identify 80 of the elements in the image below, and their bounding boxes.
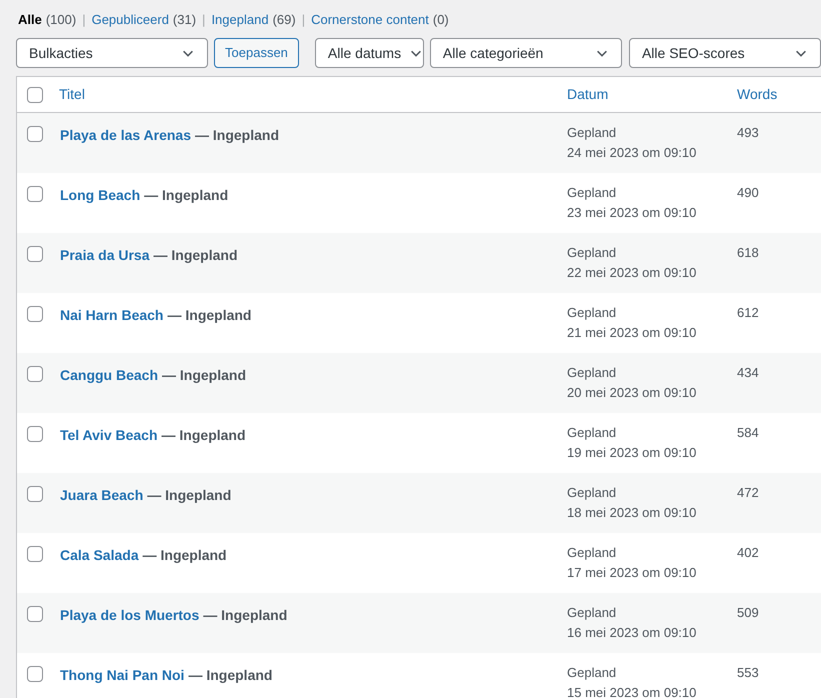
checkbox[interactable] bbox=[27, 486, 43, 502]
post-title-link[interactable]: Thong Nai Pan Noi bbox=[60, 665, 184, 686]
post-state: — Ingepland bbox=[167, 306, 252, 325]
checkbox[interactable] bbox=[27, 546, 43, 562]
post-title-link[interactable]: Nai Harn Beach bbox=[60, 305, 164, 326]
word-count: 509 bbox=[737, 604, 759, 622]
post-state: — Ingepland bbox=[188, 666, 272, 685]
post-title-link[interactable]: Playa de las Arenas bbox=[60, 125, 192, 146]
date-text: 17 mei 2023 om 09:10 bbox=[567, 564, 698, 582]
dropdown-select[interactable]: Alle SEO-scores bbox=[628, 38, 821, 68]
date-status: Gepland bbox=[567, 544, 618, 562]
count-label: (0) bbox=[432, 11, 449, 30]
checkbox[interactable] bbox=[27, 366, 43, 382]
word-count: 612 bbox=[737, 304, 759, 322]
date-text: 20 mei 2023 om 09:10 bbox=[567, 384, 698, 402]
post-title-link[interactable]: Tel Aviv Beach bbox=[60, 425, 158, 446]
separator: | bbox=[202, 11, 206, 30]
word-count: 584 bbox=[737, 424, 759, 442]
separator: | bbox=[302, 11, 306, 30]
post-state: — Ingepland bbox=[144, 186, 228, 205]
date-status: Gepland bbox=[567, 664, 618, 682]
date-text: 16 mei 2023 om 09:10 bbox=[567, 624, 698, 642]
date-text: 18 mei 2023 om 09:10 bbox=[567, 504, 698, 522]
post-title-link[interactable]: Long Beach bbox=[60, 185, 140, 206]
dropdown-select[interactable]: Alle categorieën bbox=[430, 38, 622, 68]
word-count: 553 bbox=[737, 664, 759, 682]
post-state: — Ingepland bbox=[154, 246, 238, 265]
date-status: Gepland bbox=[567, 424, 618, 442]
status-filter-link[interactable]: Gepubliceerd bbox=[92, 10, 169, 30]
word-count: 618 bbox=[737, 244, 759, 262]
post-state: — Ingepland bbox=[147, 486, 232, 505]
post-title-link[interactable]: Cala Salada bbox=[60, 545, 139, 566]
date-status: Gepland bbox=[567, 604, 618, 622]
date-status: Gepland bbox=[567, 244, 618, 262]
date-status: Gepland bbox=[567, 304, 618, 322]
checkbox[interactable] bbox=[27, 306, 43, 322]
checkbox[interactable] bbox=[27, 426, 43, 442]
checkbox[interactable] bbox=[27, 666, 43, 682]
word-count: 493 bbox=[737, 124, 759, 142]
column-header[interactable]: Words bbox=[737, 84, 778, 105]
checkbox[interactable] bbox=[27, 606, 43, 622]
checkbox[interactable] bbox=[27, 86, 43, 102]
date-text: 24 mei 2023 om 09:10 bbox=[567, 144, 698, 162]
post-state: — Ingepland bbox=[162, 366, 246, 385]
dropdown-select[interactable]: Alle datums bbox=[314, 38, 424, 68]
post-state: — Ingepland bbox=[203, 606, 288, 625]
date-status: Gepland bbox=[567, 184, 618, 202]
checkbox[interactable] bbox=[27, 246, 43, 262]
date-text: 21 mei 2023 om 09:10 bbox=[567, 324, 698, 342]
word-count: 490 bbox=[737, 184, 759, 202]
status-filter-link[interactable]: Alle bbox=[18, 10, 42, 30]
column-header[interactable]: Titel bbox=[59, 84, 567, 105]
post-state: — Ingepland bbox=[162, 426, 246, 445]
apply-button[interactable]: Toepassen bbox=[214, 38, 299, 68]
status-filter-link[interactable]: Cornerstone content bbox=[311, 10, 429, 30]
date-text: 15 mei 2023 om 09:10 bbox=[567, 684, 698, 698]
separator: | bbox=[82, 11, 86, 30]
post-title-link[interactable]: Canggu Beach bbox=[60, 365, 158, 386]
date-text: 22 mei 2023 om 09:10 bbox=[567, 264, 698, 282]
status-filter-link[interactable]: Ingepland bbox=[211, 10, 269, 30]
column-header[interactable]: Datum bbox=[567, 84, 737, 105]
post-state: — Ingepland bbox=[142, 546, 227, 565]
date-status: Gepland bbox=[567, 124, 618, 142]
post-title-link[interactable]: Playa de los Muertos bbox=[60, 605, 200, 626]
word-count: 472 bbox=[737, 484, 759, 502]
checkbox[interactable] bbox=[27, 126, 43, 142]
date-status: Gepland bbox=[567, 484, 618, 502]
word-count: 434 bbox=[737, 364, 759, 382]
post-state: — Ingepland bbox=[195, 126, 280, 145]
count-label: (100) bbox=[46, 11, 76, 30]
date-text: 19 mei 2023 om 09:10 bbox=[567, 444, 698, 462]
post-title-link[interactable]: Juara Beach bbox=[60, 485, 144, 506]
date-status: Gepland bbox=[567, 364, 618, 382]
date-text: 23 mei 2023 om 09:10 bbox=[567, 204, 698, 222]
post-title-link[interactable]: Praia da Ursa bbox=[60, 245, 150, 266]
checkbox[interactable] bbox=[27, 186, 43, 202]
count-label: (69) bbox=[272, 11, 296, 30]
count-label: (31) bbox=[172, 11, 196, 30]
word-count: 402 bbox=[737, 544, 759, 562]
dropdown-select[interactable]: Bulkacties bbox=[16, 38, 208, 68]
